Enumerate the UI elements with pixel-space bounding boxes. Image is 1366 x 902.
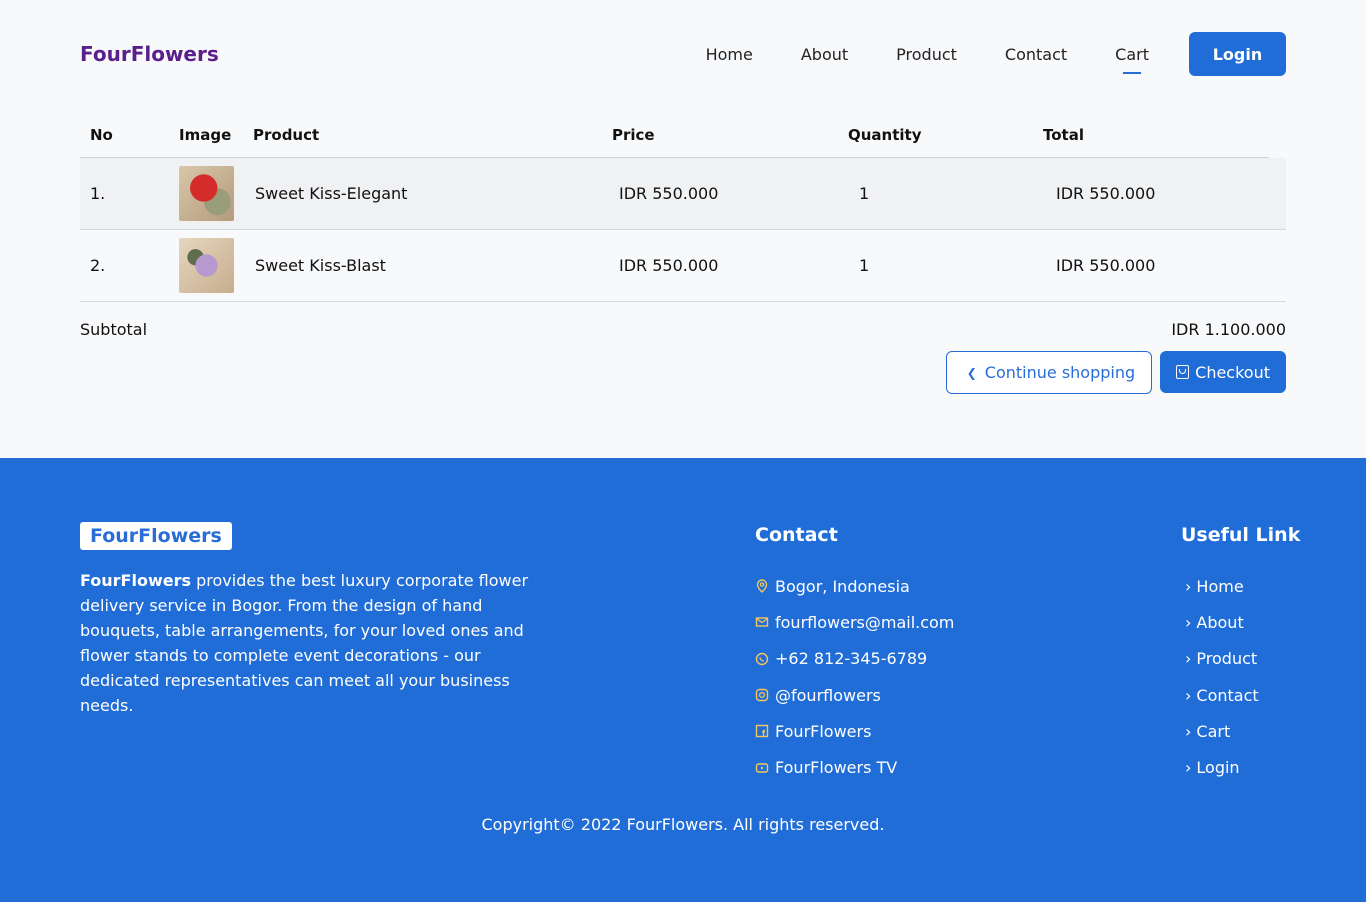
row-quantity: 1 [859, 184, 870, 203]
nav-home[interactable]: Home [706, 45, 753, 64]
col-image: Image [179, 125, 232, 144]
subtotal-label: Subtotal [80, 320, 148, 339]
footer-link-contact[interactable]: › Contact [1181, 677, 1300, 713]
contact-email[interactable]: fourflowers@mail.com [755, 604, 954, 640]
chevron-right-icon: › [1185, 576, 1192, 596]
chevron-right-icon: › [1185, 649, 1192, 669]
footer-links: Useful Link › Home › About › Product › Conta… [1181, 524, 1300, 786]
footer-link-label: Contact [1196, 685, 1259, 705]
col-total: Total [1043, 125, 1084, 144]
chevron-right-icon: › [1185, 612, 1192, 632]
instagram-icon [755, 688, 769, 702]
contact-text: Bogor, Indonesia [775, 576, 910, 596]
contact-youtube[interactable]: FourFlowers TV [755, 749, 954, 785]
footer-link-product[interactable]: › Product [1181, 641, 1300, 677]
row-quantity: 1 [859, 256, 870, 275]
nav-cart[interactable]: Cart [1115, 45, 1149, 64]
links-title: Useful Link [1181, 524, 1301, 546]
row-no: 1. [90, 184, 106, 203]
chevron-right-icon: › [1185, 758, 1192, 778]
facebook-icon [755, 724, 769, 738]
product-thumbnail [179, 166, 253, 221]
footer: FourFlowers FourFlowers provides the bes… [0, 458, 1366, 902]
col-quantity: Quantity [848, 125, 922, 144]
contact-text: fourflowers@mail.com [775, 612, 955, 632]
footer-link-label: Home [1196, 576, 1244, 596]
continue-shopping-label: Continue shopping [984, 363, 1136, 382]
contact-text: @fourflowers [775, 685, 881, 705]
footer-link-label: About [1196, 612, 1244, 632]
contact-location: Bogor, Indonesia [755, 568, 954, 604]
row-product: Sweet Kiss-Blast [255, 256, 386, 275]
cart-table: No Image Product Price Quantity Total 1.… [80, 112, 1286, 302]
footer-link-label: Product [1196, 649, 1258, 669]
row-price: IDR 550.000 [619, 184, 719, 203]
bouquet-image [179, 166, 234, 221]
row-total: IDR 550.000 [1056, 256, 1156, 275]
footer-logo: FourFlowers [80, 522, 232, 550]
footer-link-login[interactable]: › Login [1181, 749, 1300, 785]
row-total: IDR 550.000 [1056, 184, 1156, 203]
footer-link-label: Cart [1196, 721, 1231, 741]
continue-shopping-button[interactable]: ❮ Continue shopping [945, 351, 1153, 394]
contact-instagram[interactable]: @fourflowers [755, 677, 954, 713]
row-no: 2. [90, 256, 106, 275]
table-header: No Image Product Price Quantity Total [80, 112, 1269, 158]
nav-product[interactable]: Product [896, 45, 957, 64]
copyright: Copyright© 2022 FourFlowers. All rights … [481, 815, 885, 834]
contact-text: +62 812-345-6789 [775, 649, 928, 669]
contact-title: Contact [755, 524, 838, 546]
mail-icon [755, 615, 769, 629]
footer-link-home[interactable]: › Home [1181, 568, 1300, 604]
contact-text: FourFlowers [775, 721, 872, 741]
footer-description: FourFlowers provides the best luxury cor… [80, 568, 530, 718]
youtube-icon [755, 761, 769, 775]
shopping-bag-icon [1176, 365, 1190, 379]
row-product: Sweet Kiss-Elegant [255, 184, 408, 203]
footer-link-about[interactable]: › About [1181, 604, 1300, 640]
bouquet-image [179, 238, 234, 293]
row-price: IDR 550.000 [619, 256, 719, 275]
login-button[interactable]: Login [1189, 32, 1286, 76]
product-thumbnail [179, 238, 253, 293]
footer-contact: Contact Bogor, Indonesia fourflowers@mai… [755, 524, 954, 786]
checkout-label: Checkout [1195, 362, 1270, 382]
nav-about[interactable]: About [801, 45, 848, 64]
footer-link-cart[interactable]: › Cart [1181, 713, 1300, 749]
chevron-right-icon: › [1185, 685, 1192, 705]
site-logo[interactable]: FourFlowers [80, 42, 219, 66]
chevron-left-icon: ❮ [966, 365, 977, 380]
contact-whatsapp[interactable]: +62 812-345-6789 [755, 641, 954, 677]
subtotal-row: Subtotal IDR 1.100.000 [80, 320, 1286, 339]
table-row: 1. Sweet Kiss-Elegant IDR 550.000 1 IDR … [80, 158, 1286, 230]
whatsapp-icon [755, 652, 769, 666]
chevron-right-icon: › [1185, 721, 1192, 741]
contact-facebook[interactable]: FourFlowers [755, 713, 954, 749]
map-pin-icon [755, 579, 769, 594]
footer-desc-brand: FourFlowers [80, 571, 192, 590]
footer-link-label: Login [1196, 758, 1240, 778]
col-price: Price [612, 125, 655, 144]
footer-desc-text: provides the best luxury corporate flowe… [80, 571, 529, 715]
checkout-button[interactable]: Checkout [1160, 351, 1286, 393]
subtotal-value: IDR 1.100.000 [1171, 320, 1286, 339]
cart-actions: ❮ Continue shopping Checkout [945, 351, 1286, 394]
table-row: 2. Sweet Kiss-Blast IDR 550.000 1 IDR 55… [80, 230, 1286, 302]
nav-contact[interactable]: Contact [1005, 45, 1067, 64]
contact-text: FourFlowers TV [775, 758, 898, 778]
col-no: No [90, 125, 113, 144]
col-product: Product [253, 125, 320, 144]
main-nav: Home About Product Contact Cart Login [658, 32, 1286, 76]
